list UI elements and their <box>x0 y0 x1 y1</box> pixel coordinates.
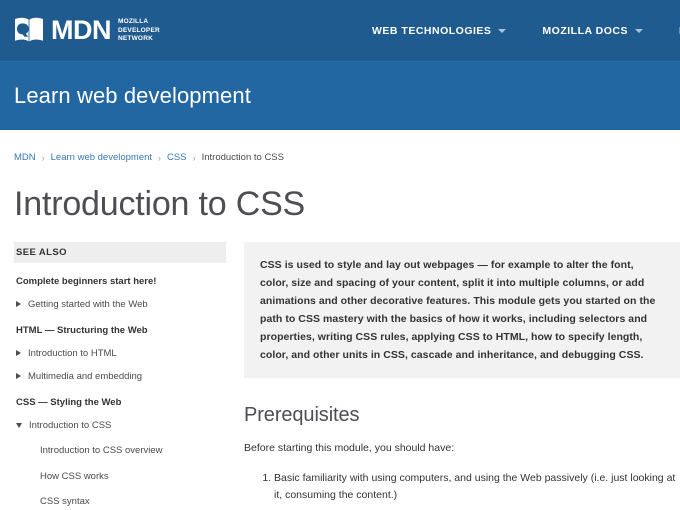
sidebar-item-introduction-to-html[interactable]: Introduction to HTML <box>14 348 232 360</box>
sidebar-item-label: Introduction to CSS <box>29 420 112 432</box>
module-summary-text: CSS is used to style and lay out webpage… <box>260 259 656 362</box>
breadcrumb-separator: › <box>192 152 196 163</box>
logo-subtitle-line1: MOZILLA <box>118 17 149 25</box>
logo-subtitle-line2: DEVELOPER <box>118 26 160 34</box>
list-item: Basic familiarity with using computers, … <box>274 470 680 504</box>
sidebar-item-label: Getting started with the Web <box>28 299 148 311</box>
banner-title: Learn web development <box>14 83 251 108</box>
main-navigation: WEB TECHNOLOGIES MOZILLA DOCS DEV <box>372 0 680 62</box>
sidebar-heading-see-also: SEE ALSO <box>14 242 226 263</box>
triangle-down-icon <box>16 423 22 429</box>
sidebar-item-introduction-to-css[interactable]: Introduction to CSS <box>14 420 232 432</box>
sidebar-subitem-css-syntax[interactable]: CSS syntax <box>14 496 232 508</box>
prerequisites-list: Basic familiarity with using computers, … <box>244 470 680 510</box>
mdn-logo[interactable]: MDN MOZILLA DEVELOPER NETWORK <box>14 14 160 45</box>
site-header: MDN MOZILLA DEVELOPER NETWORK WEB TECHNO… <box>0 0 680 62</box>
breadcrumb-item-css[interactable]: CSS <box>167 152 187 163</box>
list-item-text: Basic familiarity with using computers, … <box>274 472 676 502</box>
nav-item-mozilla-docs[interactable]: MOZILLA DOCS <box>542 25 643 37</box>
triangle-right-icon <box>16 301 21 308</box>
page-title: Introduction to CSS <box>14 185 306 223</box>
triangle-right-icon <box>16 373 21 380</box>
triangle-right-icon <box>16 350 21 357</box>
sidebar-item-multimedia-and-embedding[interactable]: Multimedia and embedding <box>14 371 232 383</box>
sidebar-item-getting-started-with-the-web[interactable]: Getting started with the Web <box>14 299 232 311</box>
sidebar-subitem-introduction-to-css-overview[interactable]: Introduction to CSS overview <box>14 445 232 457</box>
breadcrumb-item-learn-web-development[interactable]: Learn web development <box>51 152 152 163</box>
section-heading-prerequisites: Prerequisites <box>244 404 360 427</box>
breadcrumb-separator: › <box>158 152 162 163</box>
breadcrumb-item-current: Introduction to CSS <box>201 152 284 163</box>
chevron-down-icon <box>498 29 507 33</box>
section-banner: Learn web development <box>0 62 680 130</box>
sidebar-item-label: Introduction to HTML <box>28 348 117 360</box>
module-summary-callout: CSS is used to style and lay out webpage… <box>244 242 680 379</box>
nav-label-mozilla-docs: MOZILLA DOCS <box>542 25 628 37</box>
logo-subtitle: MOZILLA DEVELOPER NETWORK <box>118 17 160 44</box>
nav-label-web-technologies: WEB TECHNOLOGIES <box>372 25 492 37</box>
sidebar-group-title-css: CSS — Styling the Web <box>16 396 122 408</box>
breadcrumb-item-mdn[interactable]: MDN <box>14 152 36 163</box>
sidebar-group-title-html: HTML — Structuring the Web <box>16 324 148 336</box>
sidebar-group-title-beginners: Complete beginners start here! <box>16 276 157 287</box>
logo-subtitle-line3: NETWORK <box>118 35 153 43</box>
chevron-down-icon <box>634 29 643 33</box>
breadcrumb: MDN › Learn web development › CSS › Intr… <box>0 130 680 163</box>
breadcrumb-separator: › <box>41 152 45 163</box>
prerequisites-intro: Before starting this module, you should … <box>244 442 455 455</box>
mdn-book-icon <box>14 17 44 44</box>
content-area: SEE ALSO Complete beginners start here! … <box>0 242 680 510</box>
sidebar-item-label: Multimedia and embedding <box>28 371 143 383</box>
main-content: CSS is used to style and lay out webpage… <box>232 242 680 510</box>
sidebar: SEE ALSO Complete beginners start here! … <box>0 242 232 510</box>
nav-item-web-technologies[interactable]: WEB TECHNOLOGIES <box>372 25 507 37</box>
logo-wordmark: MDN <box>51 14 112 45</box>
sidebar-subitem-how-css-works[interactable]: How CSS works <box>14 471 232 483</box>
